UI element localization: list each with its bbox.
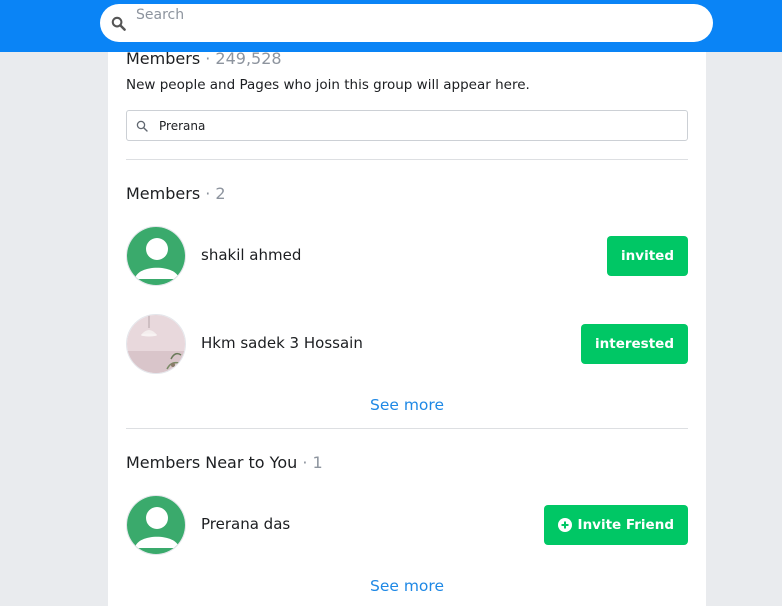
member-avatar[interactable] (126, 495, 186, 555)
member-search-input[interactable] (159, 116, 659, 136)
results-title: Members (126, 184, 201, 203)
member-name[interactable]: shakil ahmed (201, 246, 301, 264)
invite-friend-label: Invite Friend (577, 517, 674, 533)
member-row: Prerana das Invite Friend (126, 495, 688, 555)
search-icon (111, 16, 126, 31)
results-count: · 2 (205, 184, 226, 203)
member-search-box[interactable] (126, 110, 688, 141)
member-avatar[interactable] (126, 226, 186, 286)
section-divider (126, 428, 688, 429)
invited-button[interactable]: invited (607, 236, 688, 276)
members-description: New people and Pages who join this group… (126, 77, 530, 93)
see-more-link[interactable]: See more (108, 396, 706, 414)
near-count: · 1 (302, 453, 323, 472)
section-divider (126, 159, 688, 160)
near-heading: Members Near to You · 1 (126, 453, 323, 472)
search-placeholder: Search (136, 7, 185, 23)
global-search-bar[interactable]: Search (100, 4, 713, 42)
results-heading: Members · 2 (126, 184, 226, 203)
members-heading: Members · 249,528 (126, 49, 282, 68)
lamp-photo-avatar (127, 315, 185, 373)
member-name[interactable]: Prerana das (201, 515, 290, 533)
see-more-link[interactable]: See more (108, 577, 706, 595)
search-icon (136, 120, 148, 132)
member-row: Hkm sadek 3 Hossain interested (126, 314, 688, 374)
invite-friend-button[interactable]: Invite Friend (543, 505, 688, 545)
member-name[interactable]: Hkm sadek 3 Hossain (201, 334, 363, 352)
members-total-count: · 249,528 (205, 49, 282, 68)
default-user-avatar-icon (127, 227, 185, 285)
interested-label: interested (595, 336, 674, 352)
default-user-avatar-icon (127, 496, 185, 554)
members-title: Members (126, 49, 201, 68)
near-title: Members Near to You (126, 453, 298, 472)
plus-circle-icon (557, 518, 572, 532)
invited-label: invited (621, 248, 674, 264)
member-avatar[interactable] (126, 314, 186, 374)
interested-button[interactable]: interested (581, 324, 688, 364)
top-bar: Search (0, 0, 782, 52)
members-panel: Members · 249,528 New people and Pages w… (108, 49, 706, 606)
member-row: shakil ahmed invited (126, 226, 688, 286)
